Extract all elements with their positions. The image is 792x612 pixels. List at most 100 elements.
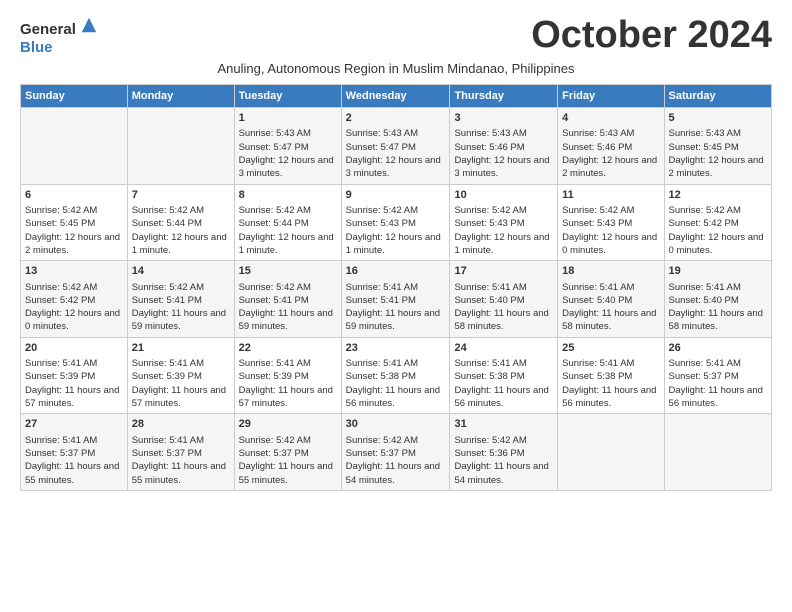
calendar-cell: 20Sunrise: 5:41 AM Sunset: 5:39 PM Dayli… bbox=[21, 337, 128, 414]
calendar-cell: 30 Sunrise: 5:42 AM Sunset: 5:37 PM Dayli… bbox=[341, 414, 450, 491]
day-number: 27 bbox=[25, 417, 123, 432]
week-row-1: 1 Sunrise: 5:43 AM Sunset: 5:47 PM Daylig… bbox=[21, 108, 772, 185]
day-info: Sunrise: 5:41 AM Sunset: 5:40 PM Dayligh… bbox=[669, 281, 767, 334]
calendar-cell: 4Sunrise: 5:43 AM Sunset: 5:46 PM Daylig… bbox=[558, 108, 664, 185]
day-number: 29 bbox=[239, 417, 337, 432]
day-number: 16 bbox=[346, 264, 446, 279]
day-number: 25 bbox=[562, 341, 659, 356]
logo: General Blue bbox=[20, 16, 98, 57]
day-number: 6 bbox=[25, 188, 123, 203]
day-number: 2 bbox=[346, 111, 446, 126]
day-info: Sunrise: 5:41 AM Sunset: 5:41 PM Dayligh… bbox=[346, 281, 446, 334]
day-number: 1 bbox=[239, 111, 337, 126]
calendar-cell: 10Sunrise: 5:42 AM Sunset: 5:43 PM Dayli… bbox=[450, 184, 558, 261]
day-info: Sunrise: 5:42 AM Sunset: 5:43 PM Dayligh… bbox=[454, 204, 553, 257]
calendar-cell: 12Sunrise: 5:42 AM Sunset: 5:42 PM Dayli… bbox=[664, 184, 771, 261]
day-info: Sunrise: 5:42 AM Sunset: 5:42 PM Dayligh… bbox=[669, 204, 767, 257]
day-info: Sunrise: 5:43 AM Sunset: 5:46 PM Dayligh… bbox=[454, 127, 553, 180]
day-number: 14 bbox=[132, 264, 230, 279]
header-row: SundayMondayTuesdayWednesdayThursdayFrid… bbox=[21, 85, 772, 108]
day-number: 24 bbox=[454, 341, 553, 356]
calendar-cell: 15 Sunrise: 5:42 AM Sunset: 5:41 PM Dayli… bbox=[234, 261, 341, 338]
calendar-cell: 16 Sunrise: 5:41 AM Sunset: 5:41 PM Dayli… bbox=[341, 261, 450, 338]
day-info: Sunrise: 5:42 AM Sunset: 5:43 PM Dayligh… bbox=[346, 204, 446, 257]
day-number: 28 bbox=[132, 417, 230, 432]
calendar-cell: 11Sunrise: 5:42 AM Sunset: 5:43 PM Dayli… bbox=[558, 184, 664, 261]
calendar-cell: 19 Sunrise: 5:41 AM Sunset: 5:40 PM Dayli… bbox=[664, 261, 771, 338]
day-info: Sunrise: 5:43 AM Sunset: 5:47 PM Dayligh… bbox=[346, 127, 446, 180]
day-info: Sunrise: 5:41 AM Sunset: 5:40 PM Dayligh… bbox=[454, 281, 553, 334]
day-info: Sunrise: 5:41 AM Sunset: 5:39 PM Dayligh… bbox=[25, 357, 123, 410]
day-info: Sunrise: 5:42 AM Sunset: 5:42 PM Dayligh… bbox=[25, 281, 123, 334]
day-number: 4 bbox=[562, 111, 659, 126]
logo-icon bbox=[80, 16, 98, 34]
logo-general: General bbox=[20, 21, 76, 38]
calendar-cell: 29Sunrise: 5:42 AM Sunset: 5:37 PM Dayli… bbox=[234, 414, 341, 491]
calendar-cell bbox=[127, 108, 234, 185]
day-info: Sunrise: 5:41 AM Sunset: 5:39 PM Dayligh… bbox=[132, 357, 230, 410]
day-number: 22 bbox=[239, 341, 337, 356]
page-header: General Blue October 2024 bbox=[20, 16, 772, 57]
subtitle: Anuling, Autonomous Region in Muslim Min… bbox=[20, 61, 772, 76]
day-info: Sunrise: 5:41 AM Sunset: 5:39 PM Dayligh… bbox=[239, 357, 337, 410]
calendar-cell: 1Sunrise: 5:43 AM Sunset: 5:47 PM Daylig… bbox=[234, 108, 341, 185]
day-number: 9 bbox=[346, 188, 446, 203]
day-number: 19 bbox=[669, 264, 767, 279]
day-number: 31 bbox=[454, 417, 553, 432]
day-info: Sunrise: 5:41 AM Sunset: 5:38 PM Dayligh… bbox=[562, 357, 659, 410]
col-header-wednesday: Wednesday bbox=[341, 85, 450, 108]
calendar-cell: 31 Sunrise: 5:42 AM Sunset: 5:36 PM Dayli… bbox=[450, 414, 558, 491]
col-header-saturday: Saturday bbox=[664, 85, 771, 108]
col-header-thursday: Thursday bbox=[450, 85, 558, 108]
day-info: Sunrise: 5:42 AM Sunset: 5:44 PM Dayligh… bbox=[239, 204, 337, 257]
day-number: 30 bbox=[346, 417, 446, 432]
calendar-cell: 9Sunrise: 5:42 AM Sunset: 5:43 PM Daylig… bbox=[341, 184, 450, 261]
calendar-cell: 3Sunrise: 5:43 AM Sunset: 5:46 PM Daylig… bbox=[450, 108, 558, 185]
day-info: Sunrise: 5:42 AM Sunset: 5:45 PM Dayligh… bbox=[25, 204, 123, 257]
col-header-friday: Friday bbox=[558, 85, 664, 108]
day-number: 12 bbox=[669, 188, 767, 203]
day-info: Sunrise: 5:42 AM Sunset: 5:44 PM Dayligh… bbox=[132, 204, 230, 257]
calendar-cell: 21Sunrise: 5:41 AM Sunset: 5:39 PM Dayli… bbox=[127, 337, 234, 414]
day-info: Sunrise: 5:41 AM Sunset: 5:40 PM Dayligh… bbox=[562, 281, 659, 334]
calendar-cell bbox=[558, 414, 664, 491]
day-number: 13 bbox=[25, 264, 123, 279]
calendar-cell: 7Sunrise: 5:42 AM Sunset: 5:44 PM Daylig… bbox=[127, 184, 234, 261]
day-info: Sunrise: 5:41 AM Sunset: 5:37 PM Dayligh… bbox=[25, 434, 123, 487]
day-info: Sunrise: 5:42 AM Sunset: 5:36 PM Dayligh… bbox=[454, 434, 553, 487]
day-number: 15 bbox=[239, 264, 337, 279]
day-info: Sunrise: 5:42 AM Sunset: 5:43 PM Dayligh… bbox=[562, 204, 659, 257]
calendar-cell: 2Sunrise: 5:43 AM Sunset: 5:47 PM Daylig… bbox=[341, 108, 450, 185]
week-row-4: 20Sunrise: 5:41 AM Sunset: 5:39 PM Dayli… bbox=[21, 337, 772, 414]
day-number: 26 bbox=[669, 341, 767, 356]
day-info: Sunrise: 5:41 AM Sunset: 5:37 PM Dayligh… bbox=[132, 434, 230, 487]
day-info: Sunrise: 5:41 AM Sunset: 5:38 PM Dayligh… bbox=[346, 357, 446, 410]
calendar-cell bbox=[664, 414, 771, 491]
calendar-cell bbox=[21, 108, 128, 185]
col-header-tuesday: Tuesday bbox=[234, 85, 341, 108]
calendar-cell: 17 Sunrise: 5:41 AM Sunset: 5:40 PM Dayli… bbox=[450, 261, 558, 338]
month-title: October 2024 bbox=[531, 16, 772, 54]
day-number: 8 bbox=[239, 188, 337, 203]
calendar-cell: 23Sunrise: 5:41 AM Sunset: 5:38 PM Dayli… bbox=[341, 337, 450, 414]
calendar-table: SundayMondayTuesdayWednesdayThursdayFrid… bbox=[20, 84, 772, 491]
col-header-monday: Monday bbox=[127, 85, 234, 108]
day-number: 10 bbox=[454, 188, 553, 203]
calendar-cell: 28 Sunrise: 5:41 AM Sunset: 5:37 PM Dayli… bbox=[127, 414, 234, 491]
day-info: Sunrise: 5:41 AM Sunset: 5:37 PM Dayligh… bbox=[669, 357, 767, 410]
calendar-cell: 5Sunrise: 5:43 AM Sunset: 5:45 PM Daylig… bbox=[664, 108, 771, 185]
day-number: 20 bbox=[25, 341, 123, 356]
day-info: Sunrise: 5:43 AM Sunset: 5:45 PM Dayligh… bbox=[669, 127, 767, 180]
day-number: 17 bbox=[454, 264, 553, 279]
week-row-5: 27 Sunrise: 5:41 AM Sunset: 5:37 PM Dayli… bbox=[21, 414, 772, 491]
logo-blue: Blue bbox=[20, 39, 53, 56]
calendar-cell: 13 Sunrise: 5:42 AM Sunset: 5:42 PM Dayli… bbox=[21, 261, 128, 338]
day-number: 18 bbox=[562, 264, 659, 279]
day-number: 7 bbox=[132, 188, 230, 203]
day-info: Sunrise: 5:42 AM Sunset: 5:41 PM Dayligh… bbox=[239, 281, 337, 334]
calendar-cell: 8Sunrise: 5:42 AM Sunset: 5:44 PM Daylig… bbox=[234, 184, 341, 261]
day-info: Sunrise: 5:42 AM Sunset: 5:41 PM Dayligh… bbox=[132, 281, 230, 334]
calendar-cell: 27 Sunrise: 5:41 AM Sunset: 5:37 PM Dayli… bbox=[21, 414, 128, 491]
day-info: Sunrise: 5:43 AM Sunset: 5:46 PM Dayligh… bbox=[562, 127, 659, 180]
day-info: Sunrise: 5:42 AM Sunset: 5:37 PM Dayligh… bbox=[346, 434, 446, 487]
